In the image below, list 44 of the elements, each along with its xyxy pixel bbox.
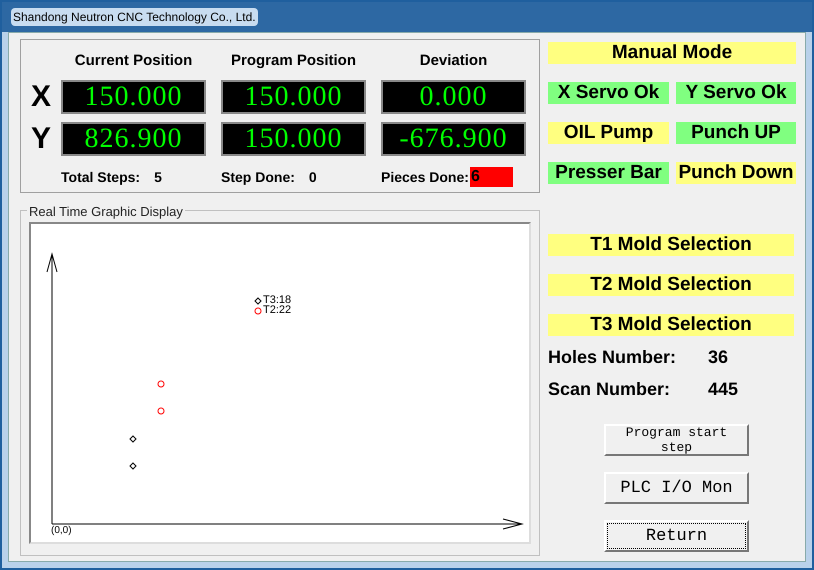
counter-value: 0 <box>308 168 317 186</box>
column-header: Current Position <box>74 51 194 71</box>
hole-marker <box>129 462 137 470</box>
hole-marker <box>129 435 137 443</box>
counter-value: 6 <box>470 167 513 187</box>
origin-label: (0,0) <box>51 525 72 536</box>
status-indicator: T3 Mold Selection <box>548 314 794 336</box>
status-indicator: OIL Pump <box>548 122 669 144</box>
status-indicator: Punch UP <box>676 122 796 144</box>
stat-label: Holes Number: <box>548 346 678 368</box>
counter-label: Pieces Done: <box>381 168 469 186</box>
marker-label: T2:22 <box>263 305 292 316</box>
stat-value: 36 <box>708 346 728 368</box>
position-display: 826.900 <box>61 122 206 156</box>
status-indicator: T1 Mold Selection <box>548 234 794 256</box>
axis-label: Y <box>30 121 52 157</box>
position-display: 150.000 <box>61 80 206 114</box>
status-indicator: T2 Mold Selection <box>548 274 794 296</box>
hole-marker <box>254 297 262 305</box>
status-indicator: Punch Down <box>676 162 796 184</box>
axis-label: X <box>30 79 52 115</box>
position-display: 150.000 <box>221 122 366 156</box>
command-button[interactable]: PLC I/O Mon <box>604 472 749 504</box>
stat-value: 445 <box>708 378 738 400</box>
position-display: -676.900 <box>381 122 526 156</box>
counter-value: 5 <box>154 168 162 186</box>
status-indicator: Presser Bar <box>548 162 669 184</box>
position-display: 0.000 <box>381 80 526 114</box>
position-display: 150.000 <box>221 80 366 114</box>
hole-marker <box>158 380 164 388</box>
stat-label: Scan Number: <box>548 378 672 400</box>
column-header: Program Position <box>230 51 358 71</box>
hole-marker <box>254 308 262 314</box>
counter-label: Total Steps: <box>61 168 140 187</box>
marker-label: T3:18 <box>263 295 292 306</box>
command-button[interactable]: Return <box>604 520 749 552</box>
status-indicator: Y Servo Ok <box>676 82 796 104</box>
command-button[interactable]: Program start step <box>604 424 749 456</box>
status-indicator: Manual Mode <box>548 42 796 64</box>
window-title: Shandong Neutron CNC Technology Co., Ltd. <box>11 8 258 26</box>
counter-label: Step Done: <box>221 168 295 187</box>
status-indicator: X Servo Ok <box>548 82 669 104</box>
column-header: Deviation <box>418 51 488 71</box>
hole-marker <box>158 408 164 414</box>
